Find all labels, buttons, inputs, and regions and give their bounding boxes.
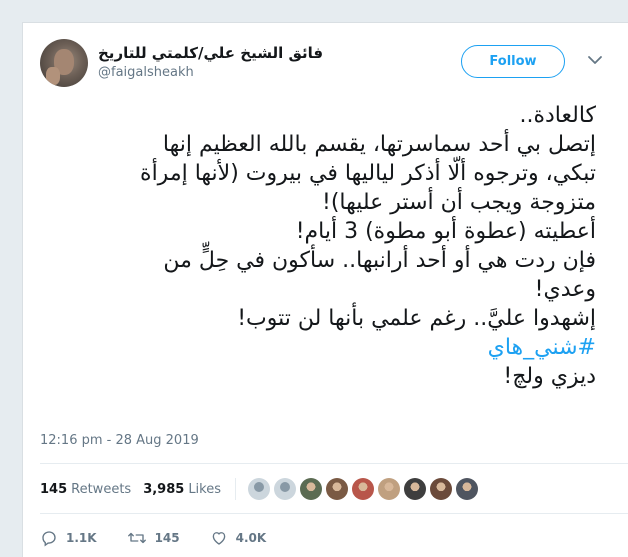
tweet-line: كالعادة.. [519, 103, 596, 128]
tweet-timestamp[interactable]: 12:16 pm - 28 Aug 2019 [40, 433, 199, 448]
tweet-line: إتصل بي أحد سماسرتها، يقسم بالله العظيم … [162, 132, 596, 157]
user-info: فائق الشيخ علي/كلمتي للتاريخ @faigalshea… [98, 43, 323, 80]
likes-stat[interactable]: 3,985 Likes [143, 482, 221, 497]
like-count: 4.0K [235, 531, 267, 545]
chevron-down-icon[interactable] [586, 53, 604, 67]
tweet-card: فائق الشيخ علي/كلمتي للتاريخ @faigalshea… [22, 22, 628, 557]
tweet-stats: 145 Retweets 3,985 Likes [40, 473, 482, 505]
liker-avatar[interactable] [378, 478, 401, 500]
liker-avatar[interactable] [326, 478, 349, 500]
liker-avatar[interactable] [248, 478, 271, 500]
liker-avatar[interactable] [456, 478, 479, 500]
liker-avatar[interactable] [430, 478, 453, 500]
reply-button[interactable]: 1.1K [40, 529, 97, 547]
likes-label: Likes [188, 481, 222, 497]
tweet-line: أعطيته (عطوة أبو مطوة) 3 أيام! [295, 219, 596, 244]
likes-count: 3,985 [143, 481, 185, 497]
avatar[interactable] [40, 39, 88, 87]
divider [40, 513, 628, 514]
divider [40, 463, 628, 464]
tweet-line: متزوجة ويجب أن أستر عليها)! [322, 190, 596, 215]
tweet-line: فإن ردت هي أو أحد أرانبها.. سأكون في حِل… [163, 248, 596, 273]
tweet-line: إشهدوا عليَّ.. رغم علمي بأنها لن تتوب! [237, 306, 596, 331]
hashtag-link[interactable]: #شني_هاي [36, 333, 596, 362]
retweets-label: Retweets [71, 481, 132, 497]
tweet-actions: 1.1K 145 4.0K [40, 525, 296, 551]
divider [235, 478, 237, 500]
tweet-line: تبكي، وترجوه ألّا أذكر لياليها في بيروت … [140, 161, 596, 186]
follow-button[interactable]: Follow [461, 45, 565, 78]
user-handle[interactable]: @faigalsheakh [98, 65, 323, 80]
reply-icon [42, 531, 56, 547]
liker-avatar[interactable] [404, 478, 427, 500]
tweet-line: ديزي ولچ! [503, 364, 596, 389]
tweet-text: كالعادة.. إتصل بي أحد سماسرتها، يقسم بال… [36, 101, 596, 391]
reply-count: 1.1K [66, 531, 97, 545]
tweet-line: وعدي! [534, 277, 596, 302]
liker-avatar[interactable] [352, 478, 375, 500]
heart-icon [212, 532, 225, 545]
liker-avatar[interactable] [274, 478, 297, 500]
like-button[interactable]: 4.0K [210, 529, 267, 547]
liker-avatars [248, 478, 482, 500]
retweets-stat[interactable]: 145 Retweets [40, 482, 131, 497]
liker-avatar[interactable] [300, 478, 323, 500]
display-name[interactable]: فائق الشيخ علي/كلمتي للتاريخ [98, 43, 323, 63]
avatar-hand [46, 67, 60, 85]
retweet-count: 145 [154, 531, 180, 545]
retweet-button[interactable]: 145 [127, 529, 180, 547]
retweet-icon [127, 532, 146, 544]
retweets-count: 145 [40, 481, 68, 497]
